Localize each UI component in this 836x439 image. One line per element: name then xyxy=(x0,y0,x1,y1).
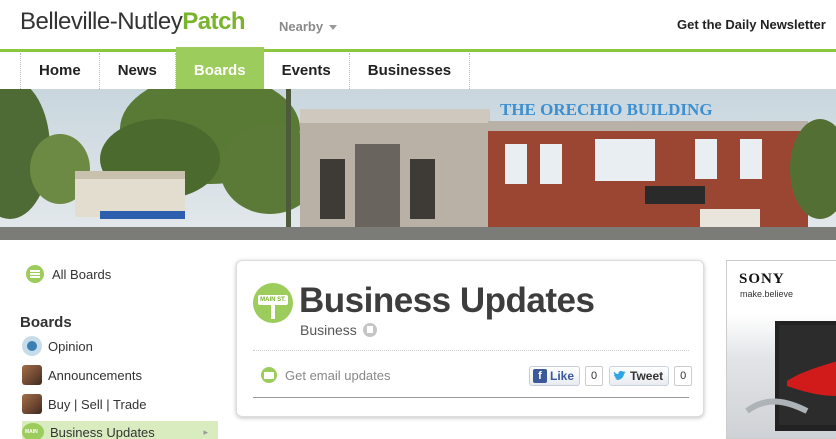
nearby-label: Nearby xyxy=(279,19,324,34)
boards-sidebar: All Boards Boards Opinion Announcements … xyxy=(8,252,220,439)
brand-name: Belleville-Nutley xyxy=(20,8,183,35)
board-category: Business xyxy=(300,322,377,338)
main-nav: Home News Boards Events Businesses xyxy=(20,47,471,89)
tweet-button[interactable]: Tweet xyxy=(609,366,670,386)
mail-icon xyxy=(261,367,277,383)
opinion-icon xyxy=(22,336,42,356)
sidebar-item-label: Business Updates xyxy=(50,424,155,439)
nav-events[interactable]: Events xyxy=(264,53,350,89)
boards-heading: Boards xyxy=(20,314,72,331)
sidebar-item-opinion[interactable]: Opinion xyxy=(22,335,218,357)
main-street-sign-icon: MAIN ST. xyxy=(253,283,293,323)
sidebar-item-label: Buy | Sell | Trade xyxy=(48,396,147,412)
card-bottom-rule xyxy=(253,397,689,398)
twitter-bird-icon xyxy=(613,371,626,380)
board-card: MAIN ST. Business Updates Business Get e… xyxy=(236,260,704,417)
facebook-like-button[interactable]: f Like xyxy=(529,366,581,386)
all-boards-label: All Boards xyxy=(52,266,112,282)
facebook-like: f Like 0 xyxy=(529,365,604,387)
like-label: Like xyxy=(550,369,575,383)
like-count: 0 xyxy=(585,366,604,386)
list-icon xyxy=(26,265,44,283)
divider xyxy=(253,350,689,351)
sony-advertisement[interactable]: SONY make.believe xyxy=(726,260,836,439)
nav-news[interactable]: News xyxy=(100,53,176,89)
nav-businesses[interactable]: Businesses xyxy=(350,53,471,89)
ad-product-image xyxy=(745,321,836,431)
all-boards-link[interactable]: All Boards xyxy=(26,265,111,283)
announcements-thumbnail xyxy=(22,365,42,385)
header-divider xyxy=(0,49,836,52)
board-title: Business Updates xyxy=(299,281,595,320)
newsletter-link[interactable]: Get the Daily Newsletter xyxy=(677,17,826,32)
nearby-dropdown[interactable]: Nearby xyxy=(279,19,338,34)
chevron-down-icon xyxy=(329,25,338,31)
sidebar-item-announcements[interactable]: Announcements xyxy=(22,364,218,386)
twitter-tweet: Tweet 0 xyxy=(609,365,693,387)
tweet-label: Tweet xyxy=(630,369,664,383)
chevron-right-icon: ▸ xyxy=(203,426,208,437)
brand-patch: Patch xyxy=(182,8,246,35)
facebook-icon: f xyxy=(533,369,547,383)
email-updates-label: Get email updates xyxy=(285,367,391,383)
tweet-count: 0 xyxy=(674,366,693,386)
main-street-icon xyxy=(22,423,44,439)
email-updates-link[interactable]: Get email updates xyxy=(261,367,391,383)
site-logo[interactable]: Belleville-NutleyPatch xyxy=(20,8,246,36)
sidebar-item-label: Opinion xyxy=(48,338,93,354)
flag-icon[interactable] xyxy=(362,323,377,337)
banner-illustration: THE ORECHIO BUILDING xyxy=(0,89,836,240)
banner-photo: THE ORECHIO BUILDING xyxy=(0,89,836,240)
buy-sell-trade-thumbnail xyxy=(22,394,42,414)
nav-home[interactable]: Home xyxy=(20,53,100,89)
sidebar-item-buy-sell-trade[interactable]: Buy | Sell | Trade xyxy=(22,393,218,415)
category-label: Business xyxy=(300,322,357,338)
sidebar-item-label: Announcements xyxy=(48,367,142,383)
site-header: Belleville-NutleyPatch Nearby Get the Da… xyxy=(0,0,836,50)
sidebar-item-business-updates[interactable]: Business Updates ▸ xyxy=(22,421,218,439)
building-sign-text: THE ORECHIO BUILDING xyxy=(500,100,713,119)
main-street-sign-text: MAIN ST. xyxy=(258,295,288,305)
nav-boards[interactable]: Boards xyxy=(175,47,264,89)
